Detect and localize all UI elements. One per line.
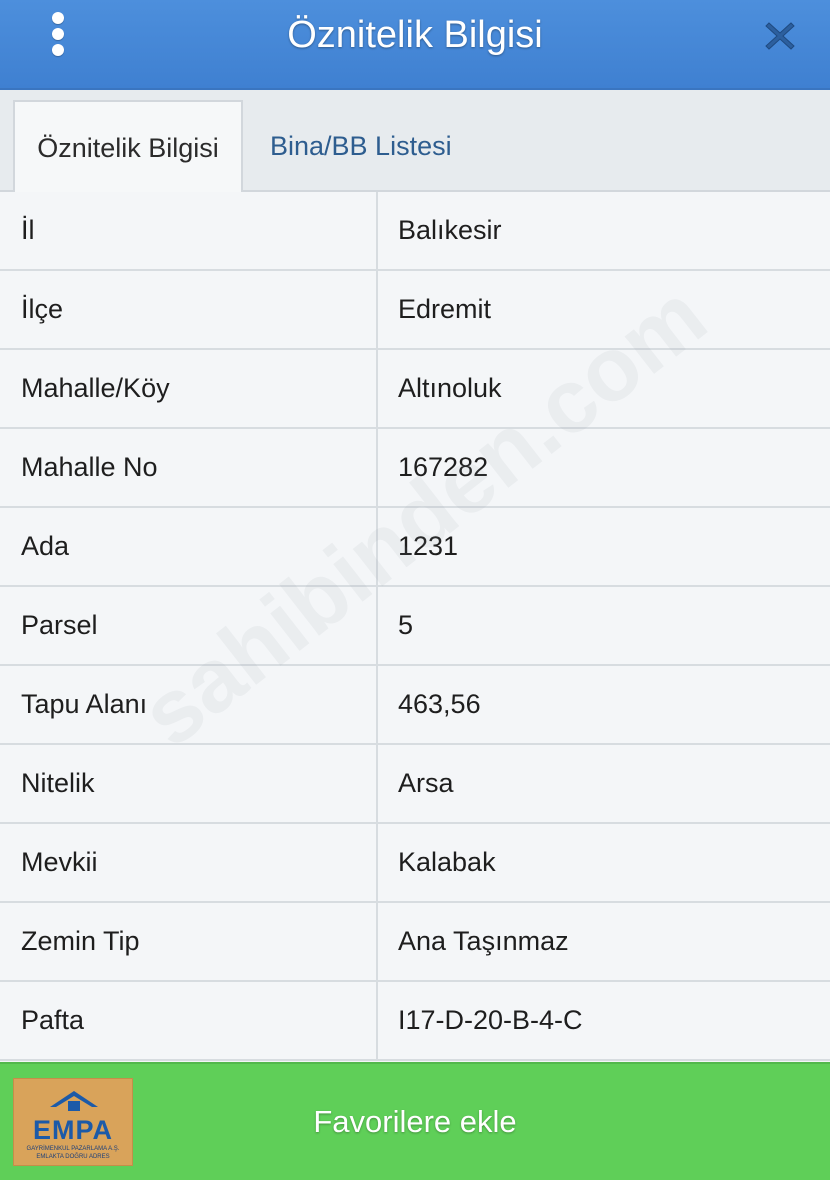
house-roof-icon — [50, 1091, 98, 1111]
tab-bar: Öznitelik Bilgisi Bina/BB Listesi — [0, 90, 830, 194]
attribute-key: İlçe — [0, 271, 378, 348]
attribute-value: Altınoluk — [398, 373, 502, 403]
attribute-value: Kalabak — [398, 847, 496, 877]
header-bar: Öznitelik Bilgisi — [0, 0, 830, 90]
attribute-key: Tapu Alanı — [0, 666, 378, 743]
table-row: İlçe Edremit — [0, 271, 830, 350]
attribute-key: Parsel — [0, 587, 378, 664]
attribute-value: Arsa — [398, 768, 454, 798]
attribute-value: 167282 — [398, 452, 489, 482]
attribute-key: Nitelik — [0, 745, 378, 822]
attribute-table: İl Balıkesir İlçe Edremit Mahalle/Köy Al… — [0, 192, 830, 1062]
table-row: Mahalle/Köy Altınoluk — [0, 350, 830, 429]
page-title: Öznitelik Bilgisi — [287, 14, 543, 56]
table-row: Nitelik Arsa — [0, 745, 830, 824]
tab-attribute-info[interactable]: Öznitelik Bilgisi — [13, 100, 243, 194]
attribute-value: 1231 — [398, 531, 459, 561]
logo-tagline: EMLAKTA DOĞRU ADRES — [36, 1154, 110, 1160]
footer-bar: Favorilere ekle EMPA GAYRİMENKUL PAZARLA… — [0, 1062, 830, 1180]
empa-logo: EMPA GAYRİMENKUL PAZARLAMA A.Ş. EMLAKTA … — [13, 1078, 133, 1166]
table-row: Pafta I17-D-20-B-4-C — [0, 982, 830, 1061]
attribute-info-screen: Öznitelik Bilgisi Öznitelik Bilgisi Bina… — [0, 0, 830, 1180]
logo-subtitle: GAYRİMENKUL PAZARLAMA A.Ş. EMLAKTA DOĞRU… — [14, 1145, 132, 1161]
attribute-value: Ana Taşınmaz — [398, 926, 569, 956]
table-row: Mevkii Kalabak — [0, 824, 830, 903]
logo-name: EMPA — [32, 1115, 113, 1145]
table-row: İl Balıkesir — [0, 192, 830, 271]
attribute-key: Pafta — [0, 982, 378, 1059]
attribute-key: İl — [0, 192, 378, 269]
table-row: Tapu Alanı 463,56 — [0, 666, 830, 745]
table-row: Mahalle No 167282 — [0, 429, 830, 508]
attribute-value: 463,56 — [398, 689, 481, 719]
attribute-value: I17-D-20-B-4-C — [398, 1005, 583, 1035]
table-row: Parsel 5 — [0, 587, 830, 666]
close-button[interactable] — [760, 16, 800, 56]
logo-subtitle-line: GAYRİMENKUL PAZARLAMA A.Ş. — [26, 1146, 120, 1152]
attribute-key: Zemin Tip — [0, 903, 378, 980]
attribute-key: Mevkii — [0, 824, 378, 901]
attribute-key: Ada — [0, 508, 378, 585]
attribute-value: Edremit — [398, 294, 492, 324]
attribute-value: 5 — [398, 610, 414, 640]
attribute-value: Balıkesir — [398, 215, 502, 245]
table-row: Zemin Tip Ana Taşınmaz — [0, 903, 830, 982]
close-icon — [765, 22, 795, 50]
tab-building-list[interactable]: Bina/BB Listesi — [250, 100, 472, 192]
attribute-key: Mahalle/Köy — [0, 350, 378, 427]
attribute-key: Mahalle No — [0, 429, 378, 506]
table-row: Ada 1231 — [0, 508, 830, 587]
